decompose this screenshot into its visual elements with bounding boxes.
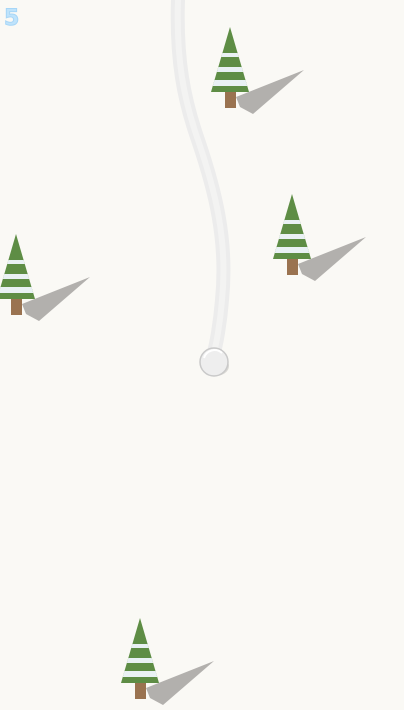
- tree-snow-band: [7, 260, 25, 264]
- tree-snow-band: [2, 274, 30, 279]
- pine-tree-4: [121, 618, 214, 705]
- score-counter: 5: [3, 6, 21, 31]
- pine-tree-2: [273, 194, 366, 281]
- pine-tree-3: [0, 234, 90, 321]
- trees-layer: [0, 27, 366, 705]
- tree-snow-band: [131, 644, 149, 648]
- tree-snow-band: [278, 234, 306, 239]
- snowball-icon: [199, 347, 229, 377]
- pine-tree-1: [211, 27, 304, 114]
- tree-snow-band: [216, 67, 244, 72]
- ski-slope: [0, 0, 366, 705]
- game-scene[interactable]: 5: [0, 0, 404, 710]
- tree-snow-band: [212, 80, 248, 86]
- tree-snow-band: [274, 247, 310, 253]
- tree-snow-band: [221, 53, 239, 57]
- tree-snow-band: [283, 220, 301, 224]
- snowball-player[interactable]: [199, 347, 229, 377]
- tree-snow-band: [0, 287, 34, 293]
- tree-snow-band: [122, 671, 158, 677]
- snowball-trail: [170, 0, 231, 359]
- tree-snow-band: [126, 658, 154, 663]
